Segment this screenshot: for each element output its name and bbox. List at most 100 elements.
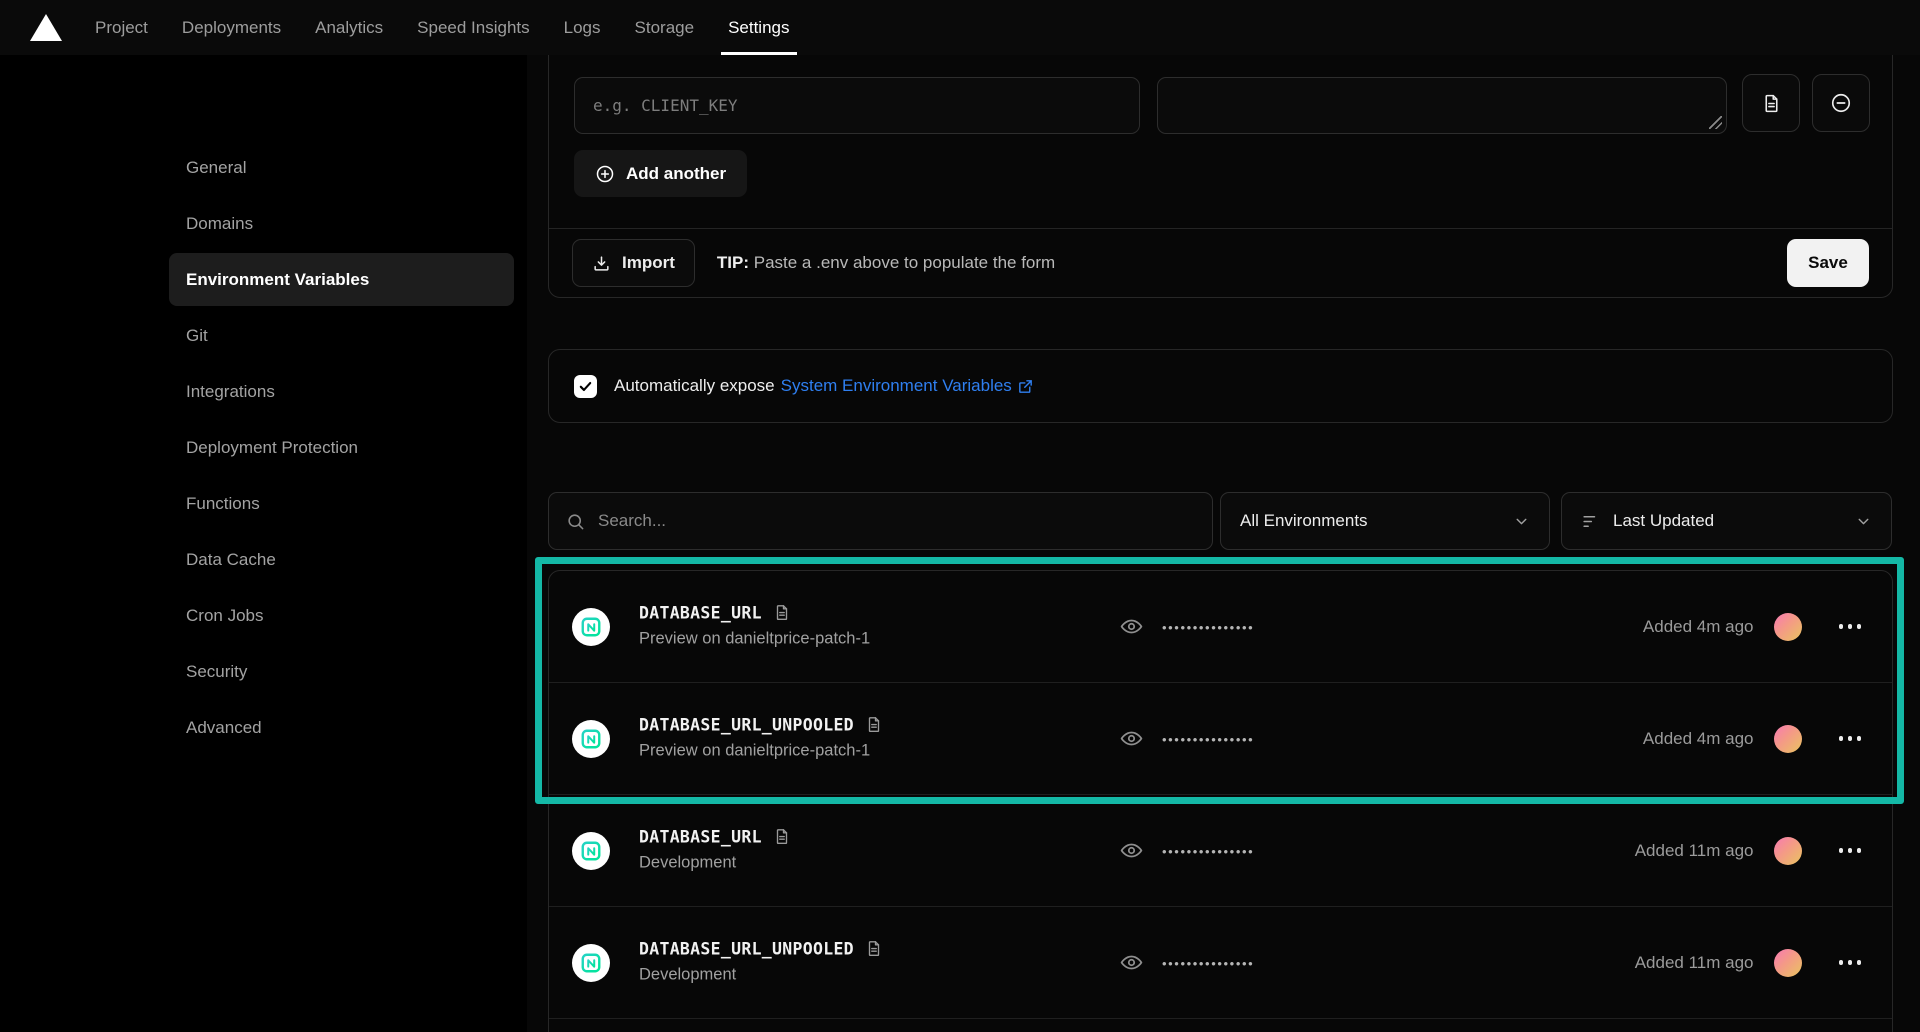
system-env-variables-link[interactable]: System Environment Variables	[781, 376, 1034, 396]
user-avatar	[1774, 613, 1802, 641]
user-avatar	[1774, 725, 1802, 753]
neon-integration-icon	[572, 832, 610, 870]
external-link-icon	[1017, 378, 1034, 395]
expose-system-env-card: Automatically expose System Environment …	[548, 349, 1893, 423]
sort-value: Last Updated	[1613, 511, 1714, 531]
chevron-down-icon	[1513, 513, 1530, 530]
save-button[interactable]: Save	[1787, 239, 1869, 287]
sort-select[interactable]: Last Updated	[1561, 492, 1892, 550]
chevron-down-icon	[1855, 513, 1872, 530]
row-actions-menu[interactable]	[1839, 848, 1862, 853]
env-var-target: Development	[639, 853, 791, 872]
nav-tab-logs[interactable]: Logs	[547, 0, 618, 55]
add-variable-card: Add another Import TIP: Paste a .env abo…	[548, 30, 1893, 298]
env-key-input[interactable]	[574, 77, 1140, 134]
env-var-meta: Added 4m ago	[1643, 683, 1861, 794]
env-var-value: •••••••••••••••	[1119, 795, 1254, 906]
sidebar-item-cron-jobs[interactable]: Cron Jobs	[169, 589, 514, 642]
sidebar-item-git[interactable]: Git	[169, 309, 514, 362]
note-icon[interactable]	[865, 716, 883, 734]
nav-tab-speed-insights[interactable]: Speed Insights	[400, 0, 546, 55]
tip-body: Paste a .env above to populate the form	[754, 253, 1055, 272]
note-icon[interactable]	[865, 940, 883, 958]
note-icon[interactable]	[773, 604, 791, 622]
masked-value: •••••••••••••••	[1162, 954, 1254, 971]
eye-icon[interactable]	[1119, 614, 1144, 639]
env-var-target: Preview on danieltprice-patch-1	[639, 629, 870, 648]
expose-checkbox[interactable]	[574, 375, 597, 398]
file-icon	[1761, 93, 1782, 114]
note-icon[interactable]	[773, 828, 791, 846]
nav-tab-analytics[interactable]: Analytics	[298, 0, 400, 55]
env-var-value: •••••••••••••••	[1119, 571, 1254, 682]
form-footer: Import TIP: Paste a .env above to popula…	[549, 228, 1892, 297]
env-var-ident: DATABASE_URL_UNPOOLED Preview on danielt…	[639, 715, 883, 760]
add-another-button[interactable]: Add another	[574, 150, 747, 197]
env-var-name: DATABASE_URL_UNPOOLED	[639, 939, 854, 958]
eye-icon[interactable]	[1119, 726, 1144, 751]
sidebar-item-deployment-protection[interactable]: Deployment Protection	[169, 421, 514, 474]
sort-icon	[1581, 512, 1600, 531]
env-var-target: Preview on danieltprice-patch-1	[639, 741, 883, 760]
env-vars-table: DATABASE_URL Preview on danieltprice-pat…	[548, 570, 1893, 1032]
env-var-value: •••••••••••••••	[1119, 683, 1254, 794]
eye-icon[interactable]	[1119, 838, 1144, 863]
env-var-ident: DATABASE_URL Preview on danieltprice-pat…	[639, 603, 870, 648]
row-actions-menu[interactable]	[1839, 624, 1862, 629]
user-avatar	[1774, 837, 1802, 865]
sidebar-item-domains[interactable]: Domains	[169, 197, 514, 250]
neon-integration-icon	[572, 944, 610, 982]
env-var-row[interactable]: DATABASE_URL_UNPOOLED Preview on danielt…	[549, 683, 1892, 795]
env-value-textarea[interactable]	[1157, 77, 1727, 134]
nav-tab-storage[interactable]: Storage	[618, 0, 712, 55]
env-var-meta: Added 4m ago	[1643, 571, 1861, 682]
user-avatar	[1774, 949, 1802, 977]
env-var-meta: Added 11m ago	[1635, 795, 1861, 906]
env-var-name: DATABASE_URL	[639, 603, 762, 622]
sidebar-item-data-cache[interactable]: Data Cache	[169, 533, 514, 586]
search-icon	[566, 512, 585, 531]
sidebar-item-integrations[interactable]: Integrations	[169, 365, 514, 418]
vercel-logo-icon[interactable]	[30, 14, 62, 41]
top-nav: Project Deployments Analytics Speed Insi…	[0, 0, 1920, 55]
main-content: Add another Import TIP: Paste a .env abo…	[527, 55, 1920, 1032]
nav-tab-project[interactable]: Project	[78, 0, 165, 55]
env-var-value: •••••••••••••••	[1119, 907, 1254, 1018]
import-button[interactable]: Import	[572, 239, 695, 287]
sidebar-item-environment-variables[interactable]: Environment Variables	[169, 253, 514, 306]
sidebar-item-security[interactable]: Security	[169, 645, 514, 698]
paste-env-button[interactable]	[1742, 74, 1800, 132]
neon-integration-icon	[572, 720, 610, 758]
system-env-variables-link-label: System Environment Variables	[781, 376, 1012, 396]
expose-label: Automatically expose System Environment …	[614, 376, 1034, 396]
sidebar-item-general[interactable]: General	[169, 141, 514, 194]
search-input[interactable]	[598, 511, 1195, 531]
remove-row-button[interactable]	[1812, 74, 1870, 132]
download-icon	[592, 254, 611, 273]
added-timestamp: Added 4m ago	[1643, 617, 1754, 637]
environment-filter-select[interactable]: All Environments	[1220, 492, 1550, 550]
row-actions-menu[interactable]	[1839, 736, 1862, 741]
masked-value: •••••••••••••••	[1162, 730, 1254, 747]
added-timestamp: Added 11m ago	[1635, 953, 1754, 973]
eye-icon[interactable]	[1119, 950, 1144, 975]
resize-grip-icon[interactable]	[1709, 116, 1722, 129]
env-var-row[interactable]: DATABASE_URL Development	[549, 795, 1892, 907]
project-nav: Project Deployments Analytics Speed Insi…	[78, 0, 807, 55]
nav-tab-deployments[interactable]: Deployments	[165, 0, 298, 55]
row-actions-menu[interactable]	[1839, 960, 1862, 965]
sidebar-item-functions[interactable]: Functions	[169, 477, 514, 530]
env-var-meta: Added 11m ago	[1635, 907, 1861, 1018]
search-box	[548, 492, 1213, 550]
environment-variables-page: Project Deployments Analytics Speed Insi…	[0, 0, 1920, 1032]
env-var-ident: DATABASE_URL_UNPOOLED Development	[639, 939, 883, 984]
sidebar-item-advanced[interactable]: Advanced	[169, 701, 514, 754]
tip-text: TIP: Paste a .env above to populate the …	[717, 253, 1055, 273]
masked-value: •••••••••••••••	[1162, 618, 1254, 635]
nav-tab-settings[interactable]: Settings	[711, 0, 806, 55]
env-var-row[interactable]: DATABASE_URL_UNPOOLED Development	[549, 907, 1892, 1019]
added-timestamp: Added 4m ago	[1643, 729, 1754, 749]
check-icon	[578, 379, 593, 394]
minus-circle-icon	[1830, 92, 1852, 114]
env-var-row[interactable]: DATABASE_URL Preview on danieltprice-pat…	[549, 571, 1892, 683]
